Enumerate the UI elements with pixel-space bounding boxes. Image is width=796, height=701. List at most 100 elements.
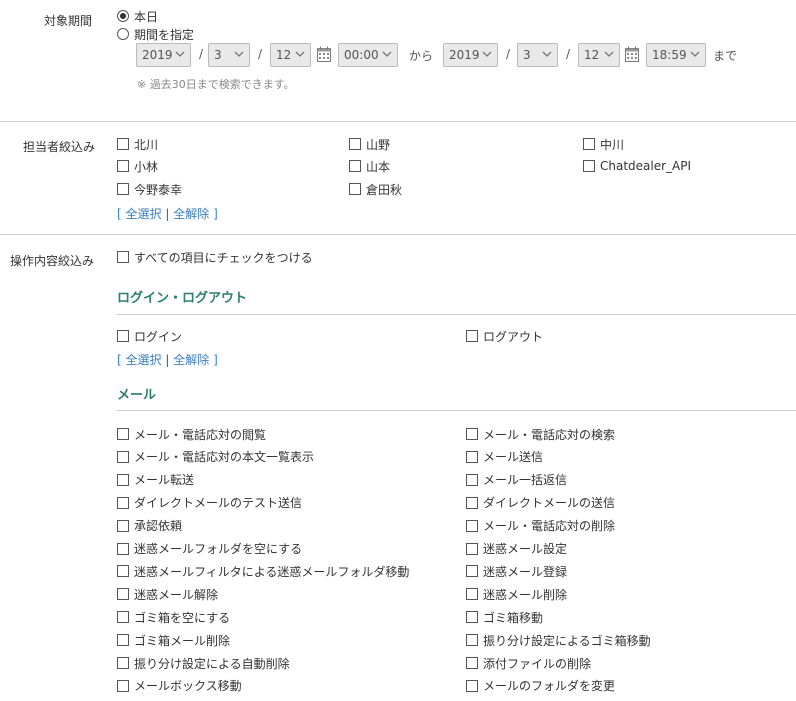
period-today-option[interactable]: 本日 [117,8,158,24]
checkbox[interactable] [117,450,129,463]
checkbox[interactable] [117,473,129,486]
checkbox[interactable] [466,428,478,440]
op-checkbox-item[interactable]: ログアウト [466,328,543,344]
login-select-links: [ 全選択 | 全解除 ] [117,351,218,368]
op-checkbox-item[interactable]: メール・電話応対の閲覧 [117,426,266,442]
bracket-open: [ [117,207,122,221]
op-checkbox-item[interactable]: 振り分け設定による自動削除 [117,655,290,671]
op-checkbox-item[interactable]: ダイレクトメールの送信 [466,495,615,511]
checkbox[interactable] [117,496,129,509]
staff-checkbox-item[interactable]: 山野 [349,136,390,152]
checkbox[interactable] [466,330,478,342]
op-checkbox-item[interactable]: 迷惑メール設定 [466,541,567,557]
checkbox[interactable] [117,251,129,263]
op-checkbox-item[interactable]: ログイン [117,328,182,344]
checkbox[interactable] [466,611,478,624]
checkbox[interactable] [117,588,129,601]
from-month-select[interactable]: 3 [208,43,250,67]
staff-checkbox-item[interactable]: 小林 [117,158,158,174]
op-checkbox-item[interactable]: メールのフォルダを変更 [466,678,615,694]
link-separator: | [165,207,170,221]
staff-clear-all-link[interactable]: 全解除 [173,207,209,221]
checkbox[interactable] [466,496,478,509]
checkbox[interactable] [117,565,129,578]
checkbox[interactable] [466,473,478,486]
op-checkbox-item[interactable]: メール一括返信 [466,472,567,488]
checkbox[interactable] [117,330,129,342]
checkbox[interactable] [583,160,595,172]
divider [117,410,796,411]
staff-checkbox-item[interactable]: 今野泰幸 [117,181,182,197]
op-checkbox-item[interactable]: ゴミ箱移動 [466,609,543,625]
op-checkbox-item[interactable]: ダイレクトメールのテスト送信 [117,495,302,511]
checkbox[interactable] [349,138,361,150]
staff-select-all-link[interactable]: 全選択 [126,207,162,221]
chevron-down-icon [690,51,700,57]
to-time-select[interactable]: 18:59 [646,43,706,67]
checkbox[interactable] [117,634,129,647]
chevron-down-icon [295,51,305,57]
staff-checkbox-item[interactable]: Chatdealer_API [583,158,691,174]
login-select-all-link[interactable]: 全選択 [126,353,162,367]
checkbox[interactable] [466,519,478,532]
checkbox[interactable] [583,138,595,150]
check-all-option[interactable]: すべての項目にチェックをつける [117,249,313,265]
op-checkbox-item[interactable]: ゴミ箱メール削除 [117,632,230,648]
op-checkbox-item[interactable]: 添付ファイルの削除 [466,655,591,671]
staff-checkbox-item[interactable]: 中川 [583,136,624,152]
checkbox[interactable] [466,657,478,669]
op-checkbox-item[interactable]: メール・電話応対の検索 [466,426,615,442]
op-checkbox-item[interactable]: 承認依頼 [117,518,182,534]
to-month-select[interactable]: 3 [517,43,558,67]
op-checkbox-item[interactable]: 迷惑メールフィルタによる迷惑メールフォルダ移動 [117,563,409,579]
checkbox[interactable] [117,183,129,195]
period-range-option[interactable]: 期間を指定 [117,26,194,42]
op-checkbox-item[interactable]: メール転送 [117,472,194,488]
checkbox[interactable] [117,657,129,669]
checkbox[interactable] [117,428,129,440]
from-time-select[interactable]: 00:00 [338,43,398,67]
to-day-select[interactable]: 12 [578,43,620,67]
op-checkbox-item[interactable]: 振り分け設定によるゴミ箱移動 [466,632,651,648]
op-checkbox-item[interactable]: 迷惑メール削除 [466,586,567,602]
checkbox[interactable] [466,679,478,692]
checkbox[interactable] [466,565,478,578]
checkbox[interactable] [117,160,129,172]
staff-checkbox-item[interactable]: 山本 [349,158,390,174]
checkbox[interactable] [349,160,361,172]
from-year-select[interactable]: 2019 [136,43,191,67]
staff-select-links: [ 全選択 | 全解除 ] [117,205,218,222]
bracket-close: ] [213,207,218,221]
calendar-icon[interactable] [625,46,639,62]
checkbox[interactable] [117,542,129,555]
op-checkbox-item[interactable]: メールボックス移動 [117,678,242,694]
staff-checkbox-item[interactable]: 北川 [117,136,158,152]
until-label: まで [713,49,738,63]
op-checkbox-item[interactable]: 迷惑メール解除 [117,586,218,602]
checkbox[interactable] [117,611,129,624]
calendar-icon[interactable] [317,46,331,62]
staff-checkbox-item[interactable]: 倉田秋 [349,181,402,197]
op-checkbox-item[interactable]: メール送信 [466,449,543,465]
op-checkbox-item[interactable]: 迷惑メールフォルダを空にする [117,541,302,557]
chevron-down-icon [175,51,185,57]
checkbox[interactable] [466,588,478,601]
to-year-select[interactable]: 2019 [443,43,498,67]
chevron-down-icon [542,51,552,57]
period-today-radio[interactable] [117,10,129,22]
op-checkbox-item[interactable]: 迷惑メール登録 [466,563,567,579]
checkbox[interactable] [466,450,478,463]
checkbox[interactable] [349,183,361,195]
checkbox[interactable] [117,519,129,532]
from-day-select[interactable]: 12 [270,43,311,67]
checkbox[interactable] [466,634,478,647]
op-checkbox-item[interactable]: メール・電話応対の本文一覧表示 [117,449,314,465]
period-range-radio[interactable] [117,28,129,40]
checkbox[interactable] [117,138,129,150]
category-title-mail: メール [117,388,157,403]
checkbox[interactable] [466,542,478,555]
checkbox[interactable] [117,679,129,692]
op-checkbox-item[interactable]: メール・電話応対の削除 [466,518,615,534]
op-checkbox-item[interactable]: ゴミ箱を空にする [117,609,230,625]
login-clear-all-link[interactable]: 全解除 [173,353,209,367]
